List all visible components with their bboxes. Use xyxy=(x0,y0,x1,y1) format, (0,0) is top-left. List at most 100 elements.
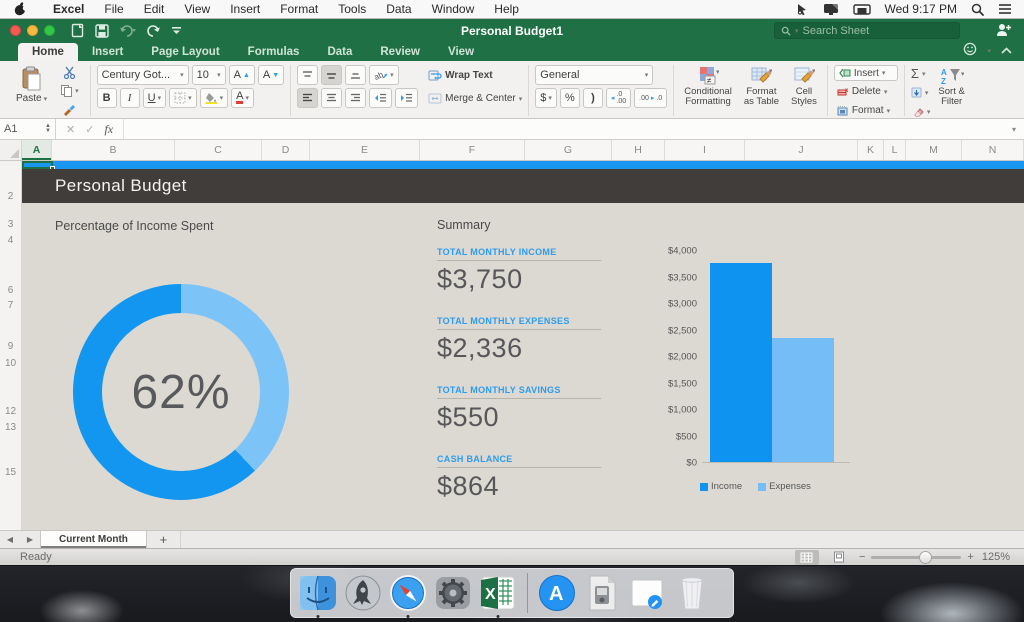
budget-banner[interactable]: Personal Budget xyxy=(22,169,1024,203)
align-middle-button[interactable] xyxy=(321,65,342,85)
spotlight-search-icon[interactable] xyxy=(971,3,984,16)
increase-font-button[interactable]: A▲ xyxy=(229,65,255,85)
menu-item-data[interactable]: Data xyxy=(376,0,421,18)
zoom-in-button[interactable]: + xyxy=(967,551,973,563)
ribbon-tab-formulas[interactable]: Formulas xyxy=(234,43,314,61)
percent-format-button[interactable]: % xyxy=(560,88,580,108)
row-header-6[interactable]: 6 xyxy=(0,285,21,296)
column-header-c[interactable]: C xyxy=(175,140,262,160)
column-header-g[interactable]: G xyxy=(525,140,612,160)
column-header-i[interactable]: I xyxy=(665,140,745,160)
airplay-display-icon[interactable] xyxy=(853,3,871,16)
font-size-select[interactable]: 10▾ xyxy=(192,65,226,85)
zoom-percentage[interactable]: 125% xyxy=(982,551,1010,563)
decrease-font-button[interactable]: A▼ xyxy=(258,65,284,85)
row-header-3[interactable]: 3 xyxy=(0,219,21,230)
column-header-m[interactable]: M xyxy=(906,140,962,160)
textedit-icon[interactable] xyxy=(628,574,666,612)
zoom-slider-track[interactable] xyxy=(871,556,961,559)
decrease-indent-button[interactable] xyxy=(369,88,392,108)
clear-button[interactable]: ▾ xyxy=(911,103,931,120)
redo-icon[interactable] xyxy=(147,24,161,37)
row-header-9[interactable]: 9 xyxy=(0,341,21,352)
bar-income[interactable] xyxy=(710,263,772,462)
add-sheet-button[interactable]: + xyxy=(147,531,181,548)
column-header-a[interactable]: A xyxy=(22,140,52,160)
smiley-caret[interactable]: ▾ xyxy=(987,47,991,55)
launchpad-icon[interactable] xyxy=(344,574,382,612)
format-cells-button[interactable]: Format▾ xyxy=(834,102,898,119)
zoom-slider-knob[interactable] xyxy=(919,551,932,564)
cell-styles-button[interactable]: ▾ CellStyles xyxy=(787,65,821,108)
cancel-icon[interactable]: ✕ xyxy=(66,123,75,136)
align-right-button[interactable] xyxy=(345,88,366,108)
fill-color-button[interactable]: ▾ xyxy=(200,88,229,108)
italic-button[interactable]: I xyxy=(120,88,140,108)
minimize-button[interactable] xyxy=(27,25,38,36)
align-top-button[interactable] xyxy=(297,65,318,85)
collapse-ribbon-icon[interactable] xyxy=(1001,45,1012,57)
column-header-h[interactable]: H xyxy=(612,140,665,160)
notification-center-icon[interactable] xyxy=(998,3,1012,15)
row-header-13[interactable]: 13 xyxy=(0,422,21,433)
ribbon-tab-home[interactable]: Home xyxy=(18,43,78,61)
ribbon-tab-review[interactable]: Review xyxy=(366,43,434,61)
column-header-j[interactable]: J xyxy=(745,140,858,160)
presenter-icon[interactable] xyxy=(795,3,809,16)
align-bottom-button[interactable] xyxy=(345,65,366,85)
sort-filter-button[interactable]: AZ▾ Sort &Filter xyxy=(934,65,968,108)
close-button[interactable] xyxy=(10,25,21,36)
ribbon-tab-page-layout[interactable]: Page Layout xyxy=(137,43,233,61)
feedback-smiley-icon[interactable] xyxy=(963,42,977,59)
currency-format-button[interactable]: $▾ xyxy=(535,88,557,108)
zoom-out-button[interactable]: − xyxy=(859,551,865,563)
system-preferences-icon[interactable] xyxy=(434,574,472,612)
prev-sheet-icon[interactable]: ◀ xyxy=(0,531,20,548)
row-header-4[interactable]: 4 xyxy=(0,235,21,246)
insert-cells-button[interactable]: Insert▾ xyxy=(834,65,898,81)
finder-icon[interactable] xyxy=(299,574,337,612)
comma-format-button[interactable]: ) xyxy=(583,88,603,108)
worksheet-area[interactable]: Personal Budget Percentage of Income Spe… xyxy=(0,161,1024,530)
fill-button[interactable]: ▾ xyxy=(911,84,931,101)
column-header-d[interactable]: D xyxy=(262,140,310,160)
disk-image-icon[interactable] xyxy=(583,574,621,612)
merge-center-button[interactable]: Merge & Center▾ xyxy=(428,90,522,107)
menu-bar-clock[interactable]: Wed 9:17 PM xyxy=(885,2,957,16)
display-icon[interactable] xyxy=(823,3,839,16)
column-header-b[interactable]: B xyxy=(52,140,175,160)
copy-button[interactable]: ▾ xyxy=(55,83,84,98)
safari-icon[interactable] xyxy=(389,574,427,612)
formula-input[interactable] xyxy=(123,119,1004,139)
underline-button[interactable]: U▾ xyxy=(143,88,166,108)
decrease-decimal-button[interactable]: .00▸.0 xyxy=(634,88,667,108)
next-sheet-icon[interactable]: ▶ xyxy=(20,531,40,548)
select-all-corner[interactable] xyxy=(0,140,22,160)
increase-indent-button[interactable] xyxy=(395,88,418,108)
column-header-k[interactable]: K xyxy=(858,140,884,160)
number-format-select[interactable]: General▾ xyxy=(535,65,653,85)
insert-function-icon[interactable]: fx xyxy=(104,122,113,137)
menu-item-file[interactable]: File xyxy=(94,0,133,18)
menu-item-tools[interactable]: Tools xyxy=(328,0,376,18)
ribbon-tab-view[interactable]: View xyxy=(434,43,488,61)
new-workbook-icon[interactable] xyxy=(71,23,85,38)
enter-icon[interactable]: ✓ xyxy=(85,123,94,136)
menu-item-view[interactable]: View xyxy=(174,0,220,18)
menu-item-format[interactable]: Format xyxy=(270,0,328,18)
borders-button[interactable]: ▾ xyxy=(169,88,197,108)
formula-bar-expand-icon[interactable]: ▾ xyxy=(1004,125,1024,134)
menu-item-window[interactable]: Window xyxy=(422,0,485,18)
row-header-10[interactable]: 10 xyxy=(0,358,21,369)
donut-chart[interactable]: 62% xyxy=(73,284,289,500)
orientation-button[interactable]: ab▾ xyxy=(369,65,399,85)
format-painter-button[interactable] xyxy=(55,102,84,117)
normal-view-icon[interactable] xyxy=(795,550,819,565)
row-header-2[interactable]: 2 xyxy=(0,191,21,202)
row1-blue-band[interactable] xyxy=(22,161,1024,169)
more-commands-icon[interactable] xyxy=(171,26,182,35)
excel-icon[interactable]: X xyxy=(479,574,517,612)
increase-decimal-button[interactable]: ◂.0.00 xyxy=(606,88,631,108)
search-sheet-box[interactable]: ▾ Search Sheet xyxy=(774,22,960,39)
sheet-tab-current-month[interactable]: Current Month xyxy=(40,531,147,548)
